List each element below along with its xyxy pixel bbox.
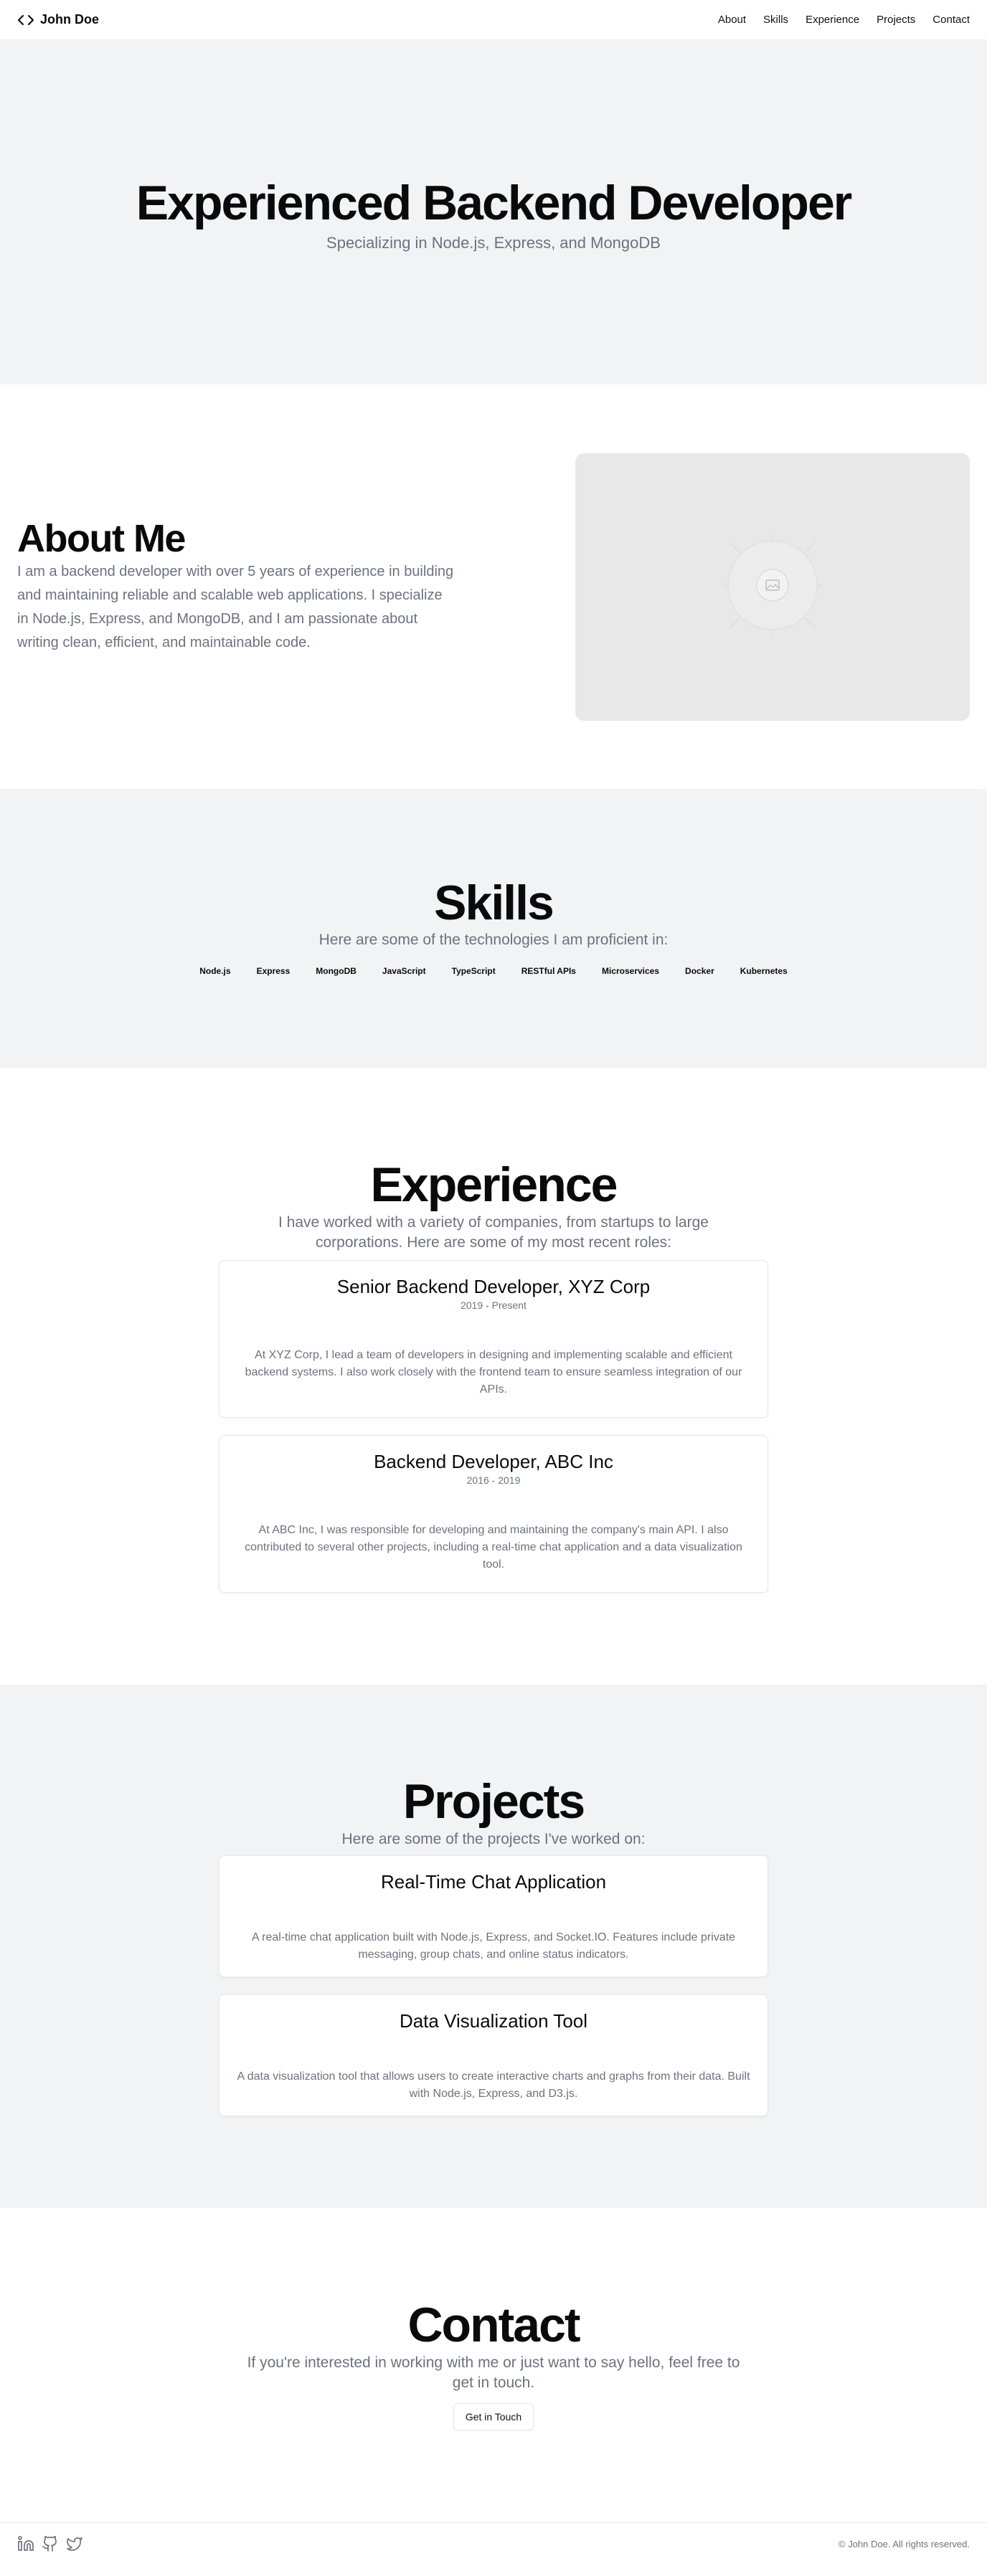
- brand-link[interactable]: John Doe: [17, 11, 99, 29]
- skill-badge: Kubernetes: [740, 966, 788, 977]
- github-icon[interactable]: [42, 2535, 59, 2552]
- twitter-icon[interactable]: [66, 2535, 83, 2552]
- brand-name: John Doe: [40, 12, 100, 27]
- social-links: [17, 2535, 83, 2552]
- experience-section: Experience I have worked with a variety …: [0, 1068, 987, 1685]
- code-icon: [17, 11, 34, 29]
- copyright-text: © John Doe. All rights reserved.: [839, 2538, 970, 2549]
- skill-badge: Docker: [685, 966, 714, 977]
- about-title: About Me: [17, 516, 186, 560]
- get-in-touch-button[interactable]: Get in Touch: [453, 2402, 534, 2430]
- skills-subtitle: Here are some of the technologies I am p…: [318, 932, 669, 949]
- projects-section: Projects Here are some of the projects I…: [0, 1685, 987, 2208]
- project-card: Real-Time Chat Application A real-time c…: [219, 1855, 768, 1977]
- experience-subtitle: I have worked with a variety of companie…: [278, 1213, 709, 1251]
- job-title: Backend Developer, ABC Inc: [374, 1450, 613, 1472]
- nav-skills[interactable]: Skills: [763, 14, 788, 26]
- nav-about[interactable]: About: [718, 14, 746, 26]
- projects-subtitle: Here are some of the projects I've worke…: [341, 1830, 646, 1847]
- project-title: Real-Time Chat Application: [380, 1870, 607, 1893]
- contact-subtitle: If you're interested in working with me …: [247, 2354, 740, 2391]
- nav-contact[interactable]: Contact: [932, 14, 970, 26]
- hero-section: Experienced Backend Developer Specializi…: [0, 40, 987, 384]
- job-description: At XYZ Corp, I lead a team of developers…: [245, 1348, 742, 1396]
- job-period: 2016 - 2019: [466, 1474, 521, 1486]
- experience-card: Senior Backend Developer, XYZ Corp 2019 …: [219, 1259, 768, 1418]
- skills-title: Skills: [434, 875, 554, 930]
- skill-badge: Node.js: [199, 966, 231, 977]
- skill-badge: MongoDB: [316, 966, 356, 977]
- projects-title: Projects: [402, 1774, 585, 1829]
- about-text: About Me I am a backend developer with o…: [17, 518, 455, 655]
- job-period: 2019 - Present: [461, 1299, 526, 1311]
- skill-badge: Express: [256, 966, 291, 977]
- about-paragraph: I am a backend developer with over 5 yea…: [17, 564, 454, 651]
- hero-subtitle: Specializing in Node.js, Express, and Mo…: [326, 233, 661, 252]
- linkedin-icon[interactable]: [17, 2535, 34, 2552]
- nav-experience[interactable]: Experience: [806, 14, 859, 26]
- site-footer: © John Doe. All rights reserved.: [0, 2522, 987, 2565]
- contact-section: Contact If you're interested in working …: [0, 2208, 987, 2522]
- skill-badge: Microservices: [601, 966, 660, 977]
- job-description: At ABC Inc, I was responsible for develo…: [245, 1523, 742, 1571]
- image-placeholder-icon: [701, 513, 844, 660]
- job-title: Senior Backend Developer, XYZ Corp: [336, 1275, 651, 1297]
- main-nav: About Skills Experience Projects Contact: [718, 14, 970, 26]
- about-image: [575, 453, 970, 721]
- project-title: Data Visualization Tool: [399, 2009, 588, 2032]
- experience-card: Backend Developer, ABC Inc 2016 - 2019 A…: [219, 1434, 768, 1593]
- skill-badge: TypeScript: [451, 966, 496, 977]
- project-description: A data visualization tool that allows us…: [237, 2070, 750, 2100]
- project-card: Data Visualization Tool A data visualiza…: [219, 1994, 768, 2116]
- experience-title: Experience: [370, 1157, 618, 1213]
- about-section: About Me I am a backend developer with o…: [0, 384, 987, 789]
- contact-title: Contact: [407, 2298, 580, 2353]
- skill-list: Node.js Express MongoDB JavaScript TypeS…: [191, 963, 796, 979]
- skill-badge: RESTful APIs: [521, 966, 576, 977]
- hero-title: Experienced Backend Developer: [136, 176, 852, 231]
- site-header: John Doe About Skills Experience Project…: [0, 0, 987, 40]
- project-description: A real-time chat application built with …: [251, 1931, 736, 1961]
- nav-projects[interactable]: Projects: [877, 14, 915, 26]
- skill-badge: JavaScript: [382, 966, 426, 977]
- skills-section: Skills Here are some of the technologies…: [0, 789, 987, 1068]
